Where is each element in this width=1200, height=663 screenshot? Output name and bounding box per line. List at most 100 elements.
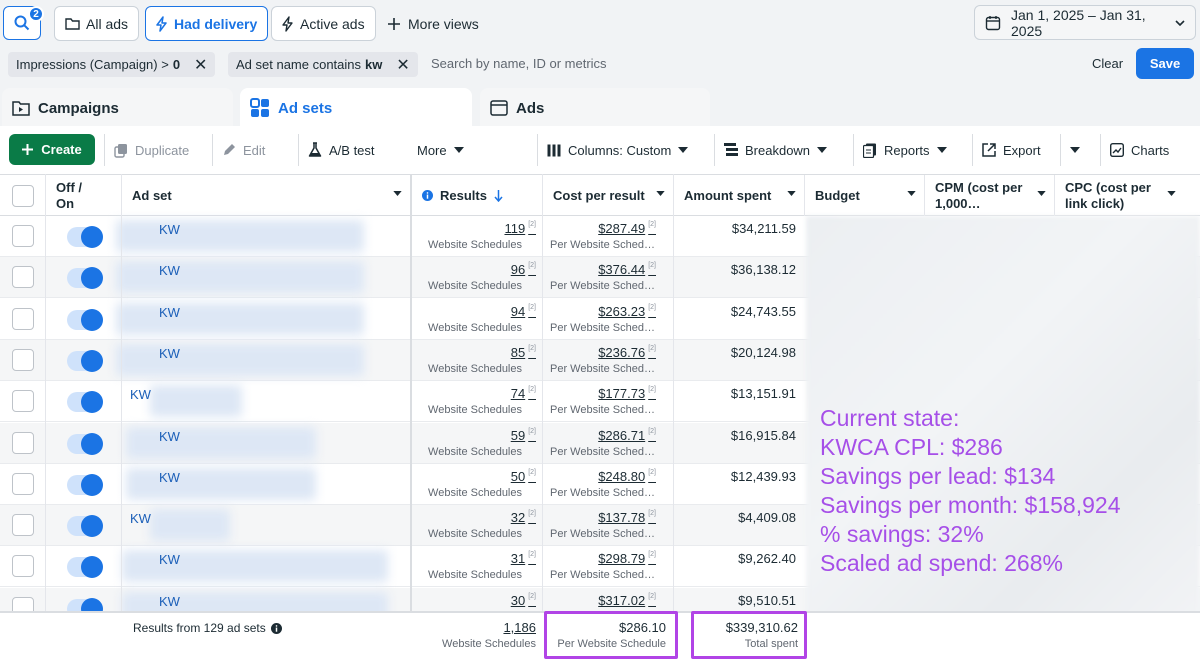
bolt-icon bbox=[156, 15, 168, 32]
filter-chip-impressions[interactable]: Impressions (Campaign) > 0 ✕ bbox=[8, 52, 216, 77]
column-divider bbox=[45, 174, 46, 663]
delivery-toggle[interactable] bbox=[67, 308, 103, 331]
delivery-toggle[interactable] bbox=[67, 349, 103, 372]
results-value[interactable]: 85 [2] bbox=[410, 345, 536, 360]
cost-per-result-value[interactable]: $298.79 [2] bbox=[542, 551, 656, 566]
delivery-toggle[interactable] bbox=[67, 556, 103, 579]
cpr-type: Per Website Sched… bbox=[550, 445, 655, 458]
tab-ad-sets[interactable]: Ad sets bbox=[240, 88, 472, 128]
ad-set-name-link[interactable]: KW bbox=[159, 222, 180, 237]
results-value[interactable]: 74 [2] bbox=[410, 386, 536, 401]
delivery-toggle[interactable] bbox=[67, 473, 103, 496]
delivery-toggle[interactable] bbox=[67, 432, 103, 455]
ad-set-name-link[interactable]: KW bbox=[159, 346, 180, 361]
delivery-toggle[interactable] bbox=[67, 391, 103, 414]
row-checkbox[interactable] bbox=[12, 555, 34, 578]
clear-button[interactable]: Clear bbox=[1092, 56, 1123, 71]
ad-set-name-link[interactable]: KW bbox=[159, 429, 180, 444]
cost-per-result-value[interactable]: $287.49 [2] bbox=[542, 221, 656, 236]
row-checkbox[interactable] bbox=[12, 225, 34, 247]
results-number: 59 bbox=[510, 427, 526, 443]
results-total[interactable]: 1,186 bbox=[410, 620, 536, 635]
breakdown-label: Breakdown bbox=[745, 142, 811, 158]
ad-set-name-link[interactable]: KW bbox=[130, 387, 151, 402]
more-views-button[interactable]: More views bbox=[388, 6, 479, 41]
results-value[interactable]: 59 [2] bbox=[410, 428, 536, 443]
more-dropdown[interactable]: More bbox=[408, 134, 473, 166]
edit-button[interactable]: Edit bbox=[212, 134, 274, 166]
cpr-type: Per Website Sched… bbox=[550, 486, 655, 499]
breakdown-dropdown[interactable]: Breakdown bbox=[714, 134, 836, 166]
results-value[interactable]: 31 [2] bbox=[410, 551, 536, 566]
tab-campaigns[interactable]: Campaigns bbox=[2, 88, 233, 128]
results-value[interactable]: 119 [2] bbox=[410, 221, 536, 236]
cost-per-result-value[interactable]: $263.23 [2] bbox=[542, 304, 656, 319]
had-delivery-view[interactable]: Had delivery bbox=[145, 6, 269, 41]
results-type: Website Schedules bbox=[428, 321, 522, 334]
tab-label: Ad sets bbox=[278, 99, 333, 117]
row-checkbox[interactable] bbox=[12, 307, 34, 330]
export-button[interactable]: Export bbox=[972, 134, 1050, 166]
delivery-toggle[interactable] bbox=[67, 267, 103, 290]
reports-dropdown[interactable]: Reports bbox=[853, 134, 956, 166]
annotation-line: Savings per month: $158,924 bbox=[820, 492, 1121, 518]
ad-set-name-link[interactable]: KW bbox=[130, 511, 151, 526]
delivery-toggle[interactable] bbox=[67, 515, 103, 538]
search-input[interactable]: Search by name, ID or metrics bbox=[431, 56, 607, 71]
results-value[interactable]: 96 [2] bbox=[410, 262, 536, 277]
charts-button[interactable]: Charts bbox=[1100, 134, 1178, 166]
column-cost-per-result[interactable]: Cost per result bbox=[542, 175, 673, 216]
filter-chip-adset-name[interactable]: Ad set name contains kw ✕ bbox=[228, 52, 418, 77]
row-checkbox[interactable] bbox=[12, 472, 34, 495]
select-all-checkbox[interactable] bbox=[12, 185, 34, 207]
amount-spent-value: $9,262.40 bbox=[738, 551, 796, 567]
results-value[interactable]: 94 [2] bbox=[410, 304, 536, 319]
column-amount-spent[interactable]: Amount spent bbox=[673, 175, 804, 216]
ad-set-name-link[interactable]: KW bbox=[159, 263, 180, 278]
cost-per-result-value[interactable]: $248.80 [2] bbox=[542, 469, 656, 484]
date-range-picker[interactable]: Jan 1, 2025 – Jan 31, 2025 bbox=[974, 5, 1196, 40]
close-icon[interactable]: ✕ bbox=[396, 55, 409, 75]
save-button[interactable]: Save bbox=[1136, 48, 1194, 79]
ad-set-name-link[interactable]: KW bbox=[159, 470, 180, 485]
create-button[interactable]: Create bbox=[9, 134, 95, 165]
results-number: 96 bbox=[510, 262, 526, 278]
delivery-toggle[interactable] bbox=[67, 226, 103, 248]
info-icon[interactable] bbox=[270, 622, 282, 634]
close-icon[interactable]: ✕ bbox=[194, 55, 207, 75]
column-ad-set[interactable]: Ad set bbox=[121, 175, 410, 216]
column-cpm[interactable]: CPM (cost per 1,000… bbox=[924, 175, 1054, 216]
row-checkbox[interactable] bbox=[12, 390, 34, 413]
cost-per-result-value[interactable]: $286.71 [2] bbox=[542, 428, 656, 443]
cpr-type: Per Website Sched… bbox=[550, 404, 655, 417]
row-checkbox[interactable] bbox=[12, 348, 34, 371]
cost-per-result-value[interactable]: $177.73 [2] bbox=[542, 386, 656, 401]
cost-per-result-value[interactable]: $236.76 [2] bbox=[542, 345, 656, 360]
column-off-on[interactable]: Off / On bbox=[45, 175, 121, 216]
row-checkbox[interactable] bbox=[12, 266, 34, 289]
export-options-dropdown[interactable] bbox=[1060, 134, 1089, 166]
caret-down-icon bbox=[393, 191, 402, 196]
all-ads-view[interactable]: All ads bbox=[54, 6, 140, 41]
cost-per-result-value[interactable]: $376.44 [2] bbox=[542, 262, 656, 277]
ad-set-name-link[interactable]: KW bbox=[159, 552, 180, 567]
row-checkbox[interactable] bbox=[12, 431, 34, 454]
cost-per-result-value[interactable]: $137.78 [2] bbox=[542, 510, 656, 525]
cost-per-result-value[interactable]: $317.02 [2] bbox=[542, 593, 656, 608]
column-cpc[interactable]: CPC (cost per link click) bbox=[1054, 175, 1184, 216]
results-value[interactable]: 32 [2] bbox=[410, 510, 536, 525]
duplicate-button[interactable]: Duplicate bbox=[104, 134, 198, 166]
active-ads-view[interactable]: Active ads bbox=[271, 6, 376, 41]
columns-icon bbox=[547, 144, 561, 157]
columns-dropdown[interactable]: Columns: Custom bbox=[537, 134, 697, 166]
ab-test-button[interactable]: A/B test bbox=[298, 134, 384, 166]
amount-spent-value: $20,124.98 bbox=[730, 344, 796, 360]
results-value[interactable]: 30 [2] bbox=[410, 593, 536, 608]
row-checkbox[interactable] bbox=[12, 514, 34, 537]
ad-set-name-link[interactable]: KW bbox=[159, 594, 180, 609]
results-value[interactable]: 50 [2] bbox=[410, 469, 536, 484]
column-budget[interactable]: Budget bbox=[804, 175, 924, 216]
tab-ads[interactable]: Ads bbox=[480, 88, 710, 128]
ad-set-name-link[interactable]: KW bbox=[159, 305, 180, 320]
column-results[interactable]: Results bbox=[410, 175, 542, 216]
